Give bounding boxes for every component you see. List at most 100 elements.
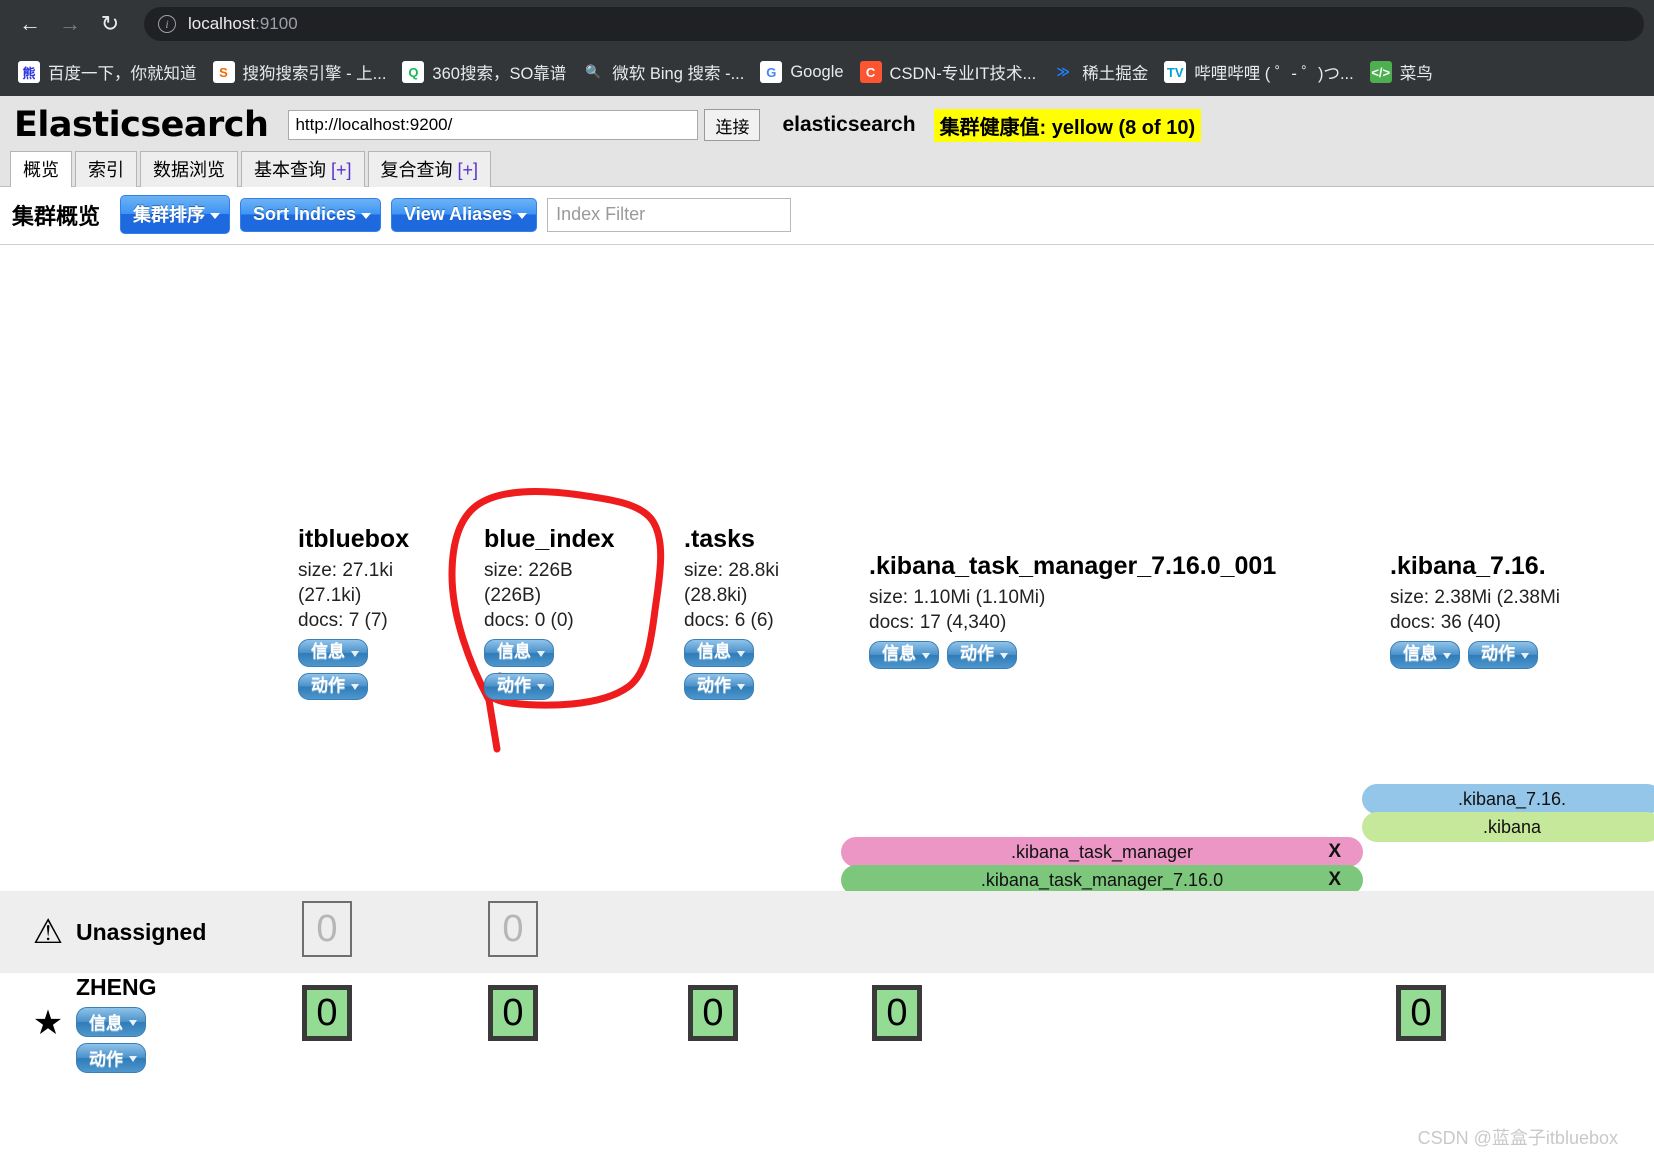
alias-remove-icon[interactable]: X — [1328, 869, 1341, 891]
index-info-button[interactable]: 信息 — [298, 639, 368, 667]
index-card: .kibana_task_manager_7.16.0_001 size: 1.1… — [869, 550, 1276, 669]
cluster-name-label: elasticsearch — [782, 113, 916, 136]
bookmark-label: 哔哩哔哩 ( ゜- ゜)つ... — [1194, 65, 1354, 83]
index-name: blue_index — [484, 525, 615, 553]
index-size: size: 27.1ki — [298, 560, 394, 581]
bookmarks-bar: 熊百度一下，你就知道 S 搜狗搜索引擎 - 上... Q 360搜索，SO靠谱 🔍 微软 B… — [0, 48, 1654, 96]
tab-4[interactable]: 复合查询 [+] — [367, 151, 492, 187]
bing-favicon: 🔍 — [582, 61, 605, 83]
bookmark-item[interactable]: 熊百度一下，你就知道 — [12, 56, 207, 88]
cluster-toolbar: 集群概览 集群排序 Sort Indices View Aliases — [0, 187, 1654, 244]
shard-box[interactable]: 0 — [1396, 985, 1446, 1041]
node-action-button[interactable]: 动作 — [76, 1042, 146, 1073]
index-action-row: 动作 — [484, 667, 615, 701]
index-action-button[interactable]: 动作 — [947, 641, 1017, 669]
index-docs: docs: 36 (40) — [1390, 612, 1501, 634]
index-size: size: 28.8ki — [684, 560, 780, 581]
connect-button[interactable]: 连接 — [704, 109, 761, 141]
index-size: size: 2.38Mi (2.38Mi — [1390, 587, 1561, 608]
bookmark-item[interactable]: ≫ 稀土掘金 — [1046, 56, 1158, 88]
juejin-favicon: ≫ — [1052, 61, 1075, 83]
index-info-row: 信息 — [484, 633, 615, 667]
index-action-button[interactable]: 动作 — [684, 672, 754, 701]
index-size-secondary: (27.1ki) — [298, 585, 362, 607]
bookmark-item[interactable]: Q 360搜索，SO靠谱 — [396, 56, 576, 88]
tab-label: 概览 — [23, 160, 59, 180]
index-action-button[interactable]: 动作 — [1468, 641, 1538, 669]
bookmark-label: 搜狗搜索引擎 - 上... — [242, 65, 387, 83]
node-info-button[interactable]: 信息 — [76, 1006, 146, 1037]
shard-box[interactable]: 0 — [688, 985, 738, 1041]
view-aliases-button[interactable]: View Aliases — [391, 197, 538, 232]
sort-cluster-button[interactable]: 集群排序 — [120, 195, 231, 234]
app-brand-title: Elasticsearch — [14, 105, 269, 145]
warning-triangle-icon: ⚠ — [32, 913, 64, 951]
csdn-watermark: CSDN @蓝盒子itbluebox — [1417, 1128, 1618, 1148]
node-row: ⚠ Unassigned — [0, 891, 1654, 973]
runoob-favicon: </> — [1369, 61, 1392, 83]
index-name: .tasks — [684, 525, 755, 553]
bookmark-label: 稀土掘金 — [1082, 65, 1149, 83]
alias-bar[interactable]: .kibana_task_manager X — [841, 837, 1363, 867]
index-info-button[interactable]: 信息 — [869, 641, 939, 669]
shard-box[interactable]: 0 — [488, 901, 538, 957]
index-docs: docs: 6 (6) — [684, 610, 774, 632]
address-bar[interactable]: i localhost:9100 — [144, 7, 1644, 41]
page-title: 集群概览 — [12, 203, 101, 229]
tab-expand-marker[interactable]: [+] — [453, 160, 479, 180]
index-name: .kibana_7.16. — [1390, 552, 1546, 580]
forward-arrow-icon[interactable]: → — [50, 4, 90, 44]
bookmark-label: 微软 Bing 搜索 -... — [612, 65, 745, 83]
alias-bar[interactable]: .kibana_7.16. — [1362, 784, 1654, 814]
index-size: size: 1.10Mi (1.10Mi) — [869, 587, 1046, 608]
index-card: blue_index size: 226B (226B) docs: 0 (0) 信息动… — [484, 523, 615, 701]
tab-3[interactable]: 基本查询 [+] — [241, 151, 365, 187]
index-card: itbluebox size: 27.1ki (27.1ki) docs: 7 (7)… — [298, 523, 410, 701]
reload-icon[interactable]: ↻ — [90, 4, 130, 44]
tab-label: 数据浏览 — [153, 160, 225, 180]
bookmark-item[interactable]: TV 哔哩哔哩 ( ゜- ゜)つ... — [1158, 56, 1364, 88]
index-name: itbluebox — [298, 525, 410, 553]
node-label: ⚠ Unassigned — [0, 912, 290, 952]
shard-box[interactable]: 0 — [872, 985, 922, 1041]
index-filter-input[interactable] — [547, 197, 792, 232]
shard-box[interactable]: 0 — [488, 985, 538, 1041]
shard-box[interactable]: 0 — [302, 901, 352, 957]
cluster-overview-body: CSDN @蓝盒子itbluebox itbluebox size: 27.1ki… — [0, 244, 1654, 1164]
shard-box[interactable]: 0 — [302, 985, 352, 1041]
bookmark-item[interactable]: C CSDN-专业IT技术... — [854, 56, 1047, 88]
bookmark-item[interactable]: G Google — [754, 57, 853, 87]
index-docs: docs: 7 (7) — [298, 610, 388, 632]
index-info-button[interactable]: 信息 — [484, 639, 554, 667]
node-name: ZHENG — [76, 973, 157, 1000]
sort-indices-button[interactable]: Sort Indices — [240, 197, 382, 232]
bookmark-item[interactable]: </> 菜鸟 — [1364, 56, 1443, 88]
sogou-favicon: S — [212, 61, 235, 83]
index-info-button[interactable]: 信息 — [1390, 641, 1460, 669]
bookmark-item[interactable]: 🔍 微软 Bing 搜索 -... — [576, 56, 754, 88]
browser-nav-row: ← → ↻ i localhost:9100 — [0, 0, 1654, 48]
alias-bar[interactable]: .kibana — [1362, 812, 1654, 842]
main-tabs: 概览 索引 数据浏览 基本查询 [+] 复合查询 [+] — [0, 150, 1654, 187]
node-name: Unassigned — [76, 918, 207, 945]
index-button-row: 信息 动作 — [1390, 635, 1560, 669]
back-arrow-icon[interactable]: ← — [10, 4, 50, 44]
server-url-input[interactable] — [288, 110, 699, 140]
index-docs: docs: 17 (4,340) — [869, 612, 1007, 634]
tab-1[interactable]: 索引 — [75, 151, 137, 187]
bookmark-item[interactable]: S 搜狗搜索引擎 - 上... — [207, 56, 397, 88]
index-size: size: 226B — [484, 560, 573, 581]
cluster-health-badge: 集群健康值: yellow (8 of 10) — [933, 108, 1202, 142]
index-action-button[interactable]: 动作 — [484, 672, 554, 701]
site-info-icon[interactable]: i — [158, 15, 176, 33]
index-size-secondary: (226B) — [484, 585, 542, 607]
alias-remove-icon[interactable]: X — [1328, 841, 1341, 863]
index-info-row: 信息 — [298, 633, 409, 667]
index-action-button[interactable]: 动作 — [298, 672, 368, 701]
tab-expand-marker[interactable]: [+] — [326, 160, 352, 180]
index-info-button[interactable]: 信息 — [684, 639, 754, 667]
tab-0[interactable]: 概览 — [10, 151, 72, 187]
tab-2[interactable]: 数据浏览 — [140, 151, 238, 187]
index-button-row: 信息 动作 — [869, 635, 1276, 669]
index-action-row: 动作 — [684, 667, 779, 701]
